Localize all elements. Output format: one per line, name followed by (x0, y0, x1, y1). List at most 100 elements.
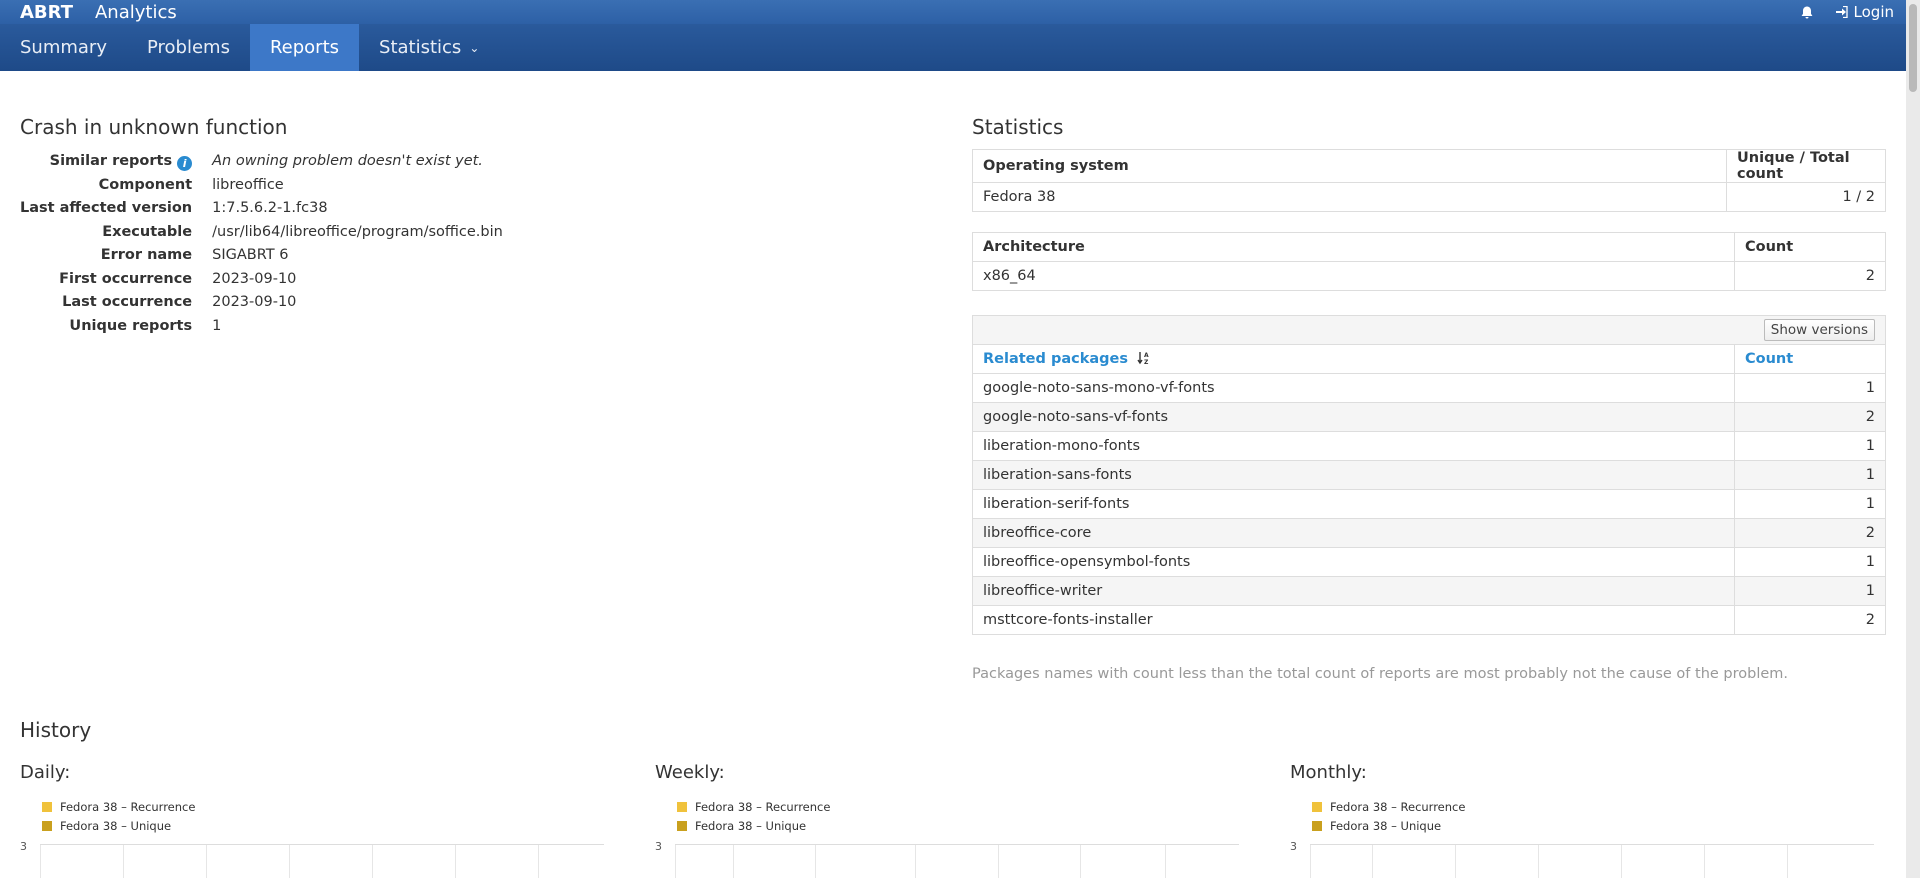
nav-statistics[interactable]: Statistics ⌄ (359, 24, 499, 71)
legend-label: Fedora 38 – Unique (1330, 818, 1442, 833)
statistics-title: Statistics (972, 115, 1064, 139)
vertical-scrollbar[interactable] (1906, 0, 1920, 878)
detail-row: Component libreoffice (20, 174, 503, 198)
nav-summary[interactable]: Summary (0, 24, 127, 71)
packages-count-header[interactable]: Count (1734, 344, 1886, 374)
nav-statistics-label: Statistics (379, 37, 462, 58)
packages-count-sort-link[interactable]: Count (1745, 351, 1793, 367)
detail-value: 1 (212, 317, 222, 334)
legend-item-recurrence[interactable]: Fedora 38 – Recurrence (42, 797, 610, 816)
bell-icon (1801, 6, 1812, 18)
os-header: Operating system (972, 149, 1727, 183)
packages-table: Show versions Related packages AZ Count … (972, 315, 1886, 635)
gridline (675, 844, 1239, 845)
legend-swatch (677, 820, 687, 831)
arch-name: x86_64 (972, 261, 1735, 291)
vgrid (1455, 845, 1456, 878)
detail-label: First occurrence (59, 270, 193, 287)
vgrid (289, 845, 290, 878)
package-name: msttcore-fonts-installer (972, 605, 1735, 635)
legend-label: Fedora 38 – Recurrence (695, 799, 831, 814)
legend-swatch (42, 801, 52, 812)
detail-label: Executable (102, 223, 193, 240)
login-link[interactable]: Login (1835, 3, 1894, 21)
report-details: Similar reports i An owning problem doesn… (20, 150, 503, 338)
vgrid (1787, 845, 1788, 878)
legend-swatch (1312, 820, 1322, 831)
detail-row: Unique reports 1 (20, 315, 503, 339)
monthly-chart-plot: 3 (1290, 840, 1874, 878)
brand-logo[interactable]: ABRT (20, 2, 73, 23)
table-row: liberation-sans-fonts 1 (972, 460, 1886, 490)
related-packages-sort-link[interactable]: Related packages (983, 351, 1128, 367)
table-row: liberation-serif-fonts 1 (972, 489, 1886, 519)
detail-row: Error name SIGABRT 6 (20, 244, 503, 268)
notifications-button[interactable] (1801, 6, 1813, 19)
table-header-row: Operating system Unique / Total count (972, 149, 1886, 183)
detail-value: An owning problem doesn't exist yet. (212, 153, 483, 169)
detail-label: Similar reports i (20, 150, 212, 174)
legend-swatch (42, 820, 52, 831)
detail-row: Last affected version 1:7.5.6.2-1.fc38 (20, 197, 503, 221)
table-row: x86_64 2 (972, 261, 1886, 291)
detail-row: Similar reports i An owning problem doesn… (20, 150, 503, 174)
table-header-row: Related packages AZ Count (972, 344, 1886, 374)
brand-section[interactable]: Analytics (95, 2, 177, 23)
show-versions-button[interactable]: Show versions (1763, 319, 1875, 341)
arch-count: 2 (1734, 261, 1886, 291)
detail-value: 2023-09-10 (212, 294, 297, 310)
vgrid (1621, 845, 1622, 878)
legend-item-unique[interactable]: Fedora 38 – Unique (677, 816, 1245, 835)
table-row: Fedora 38 1 / 2 (972, 182, 1886, 212)
legend-item-unique[interactable]: Fedora 38 – Unique (1312, 816, 1880, 835)
vgrid (40, 845, 41, 878)
arch-table: Architecture Count x86_64 2 (972, 232, 1886, 291)
daily-chart: Daily: Fedora 38 – Recurrence Fedora 38 … (20, 762, 610, 835)
package-count: 1 (1734, 547, 1886, 577)
table-row: liberation-mono-fonts 1 (972, 431, 1886, 461)
nav-problems[interactable]: Problems (127, 24, 250, 71)
detail-label: Last affected version (20, 200, 193, 216)
package-count: 1 (1734, 373, 1886, 403)
nav-reports-label: Reports (269, 37, 340, 58)
legend-item-recurrence[interactable]: Fedora 38 – Recurrence (677, 797, 1245, 816)
os-count: 1 / 2 (1726, 182, 1886, 212)
weekly-legend: Fedora 38 – Recurrence Fedora 38 – Uniqu… (655, 797, 1245, 835)
legend-item-recurrence[interactable]: Fedora 38 – Recurrence (1312, 797, 1880, 816)
table-toolbar: Show versions (972, 315, 1886, 345)
nav-reports[interactable]: Reports (249, 24, 360, 71)
top-bar: ABRT Analytics Login (0, 0, 1906, 24)
nav-problems-label: Problems (147, 37, 230, 58)
table-row: google-noto-sans-mono-vf-fonts 1 (972, 373, 1886, 403)
table-row: libreoffice-writer 1 (972, 576, 1886, 606)
arch-count-header: Count (1734, 232, 1886, 262)
os-name: Fedora 38 (972, 182, 1727, 212)
weekly-chart-plot: 3 (655, 840, 1239, 878)
detail-value: SIGABRT 6 (212, 247, 289, 263)
info-icon[interactable]: i (177, 156, 193, 171)
detail-value: 1:7.5.6.2-1.fc38 (212, 200, 328, 216)
package-name: liberation-serif-fonts (972, 489, 1735, 519)
scrollbar-thumb[interactable] (1909, 4, 1917, 92)
gridline (40, 844, 604, 845)
daily-chart-plot: 3 (20, 840, 604, 878)
vgrid (1538, 845, 1539, 878)
vgrid (1165, 845, 1166, 878)
vgrid (455, 845, 456, 878)
vgrid (123, 845, 124, 878)
weekly-chart: Weekly: Fedora 38 – Recurrence Fedora 38… (655, 762, 1245, 835)
package-count: 2 (1734, 605, 1886, 635)
detail-label: Last occurrence (62, 294, 193, 310)
history-title: History (20, 718, 92, 742)
legend-item-unique[interactable]: Fedora 38 – Unique (42, 816, 610, 835)
detail-label: Component (98, 176, 193, 193)
related-packages-header[interactable]: Related packages AZ (972, 344, 1735, 374)
table-toolbar-cell: Show versions (972, 315, 1886, 345)
detail-row: Last occurrence 2023-09-10 (20, 291, 503, 315)
package-count: 2 (1734, 518, 1886, 548)
vgrid (538, 845, 539, 878)
vgrid (1704, 845, 1705, 878)
table-row: libreoffice-core 2 (972, 518, 1886, 548)
chevron-down-icon: ⌄ (469, 40, 480, 55)
detail-label: Unique reports (69, 317, 193, 334)
